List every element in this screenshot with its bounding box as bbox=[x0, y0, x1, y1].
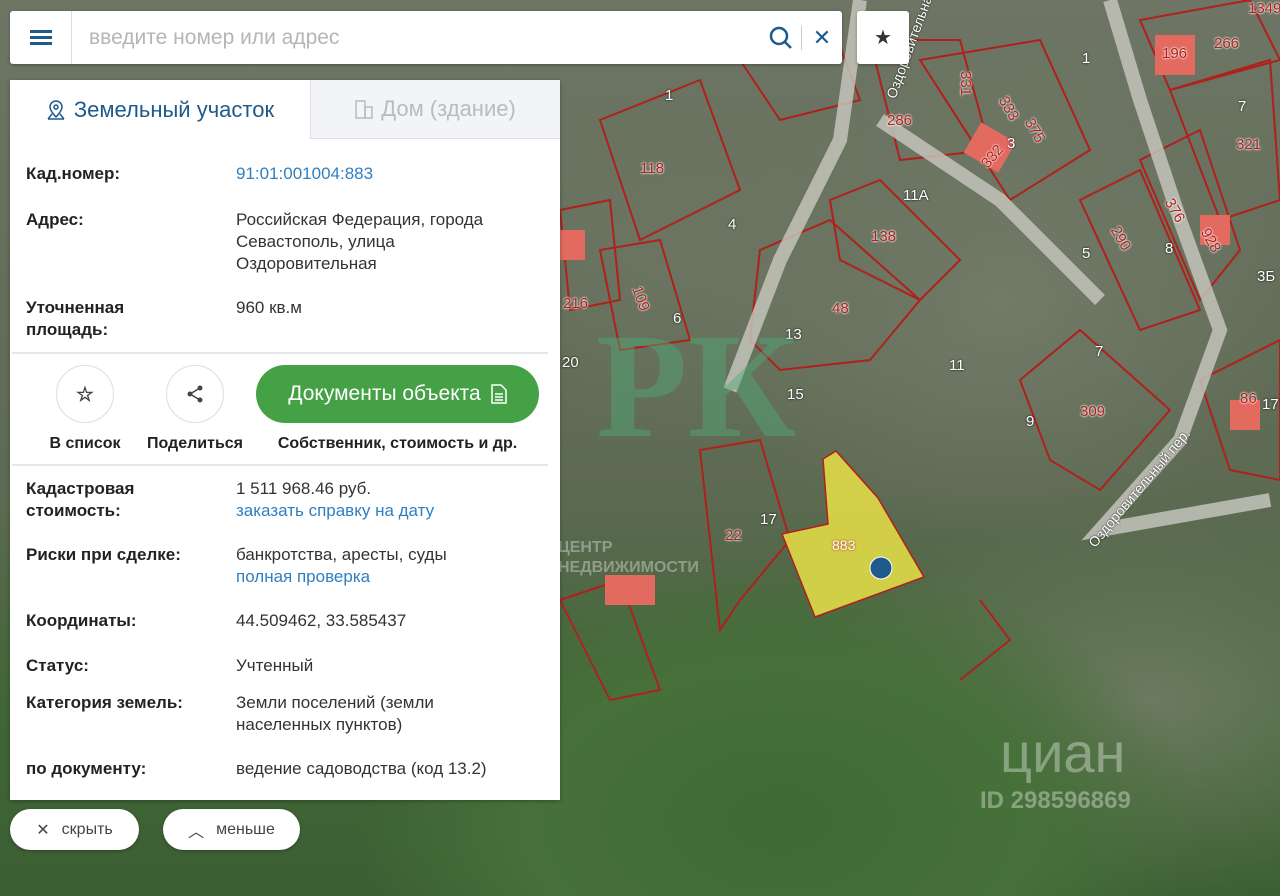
star-outline-icon: ☆ bbox=[76, 383, 94, 406]
detail-row-address: Адрес: Российская Федерация, города Севас… bbox=[10, 209, 560, 297]
detail-label: Кад.номер: bbox=[26, 164, 121, 183]
detail-row-land-category: Категория земель: Земли поселений (земли … bbox=[10, 692, 560, 758]
order-certificate-link[interactable]: заказать справку на дату bbox=[236, 500, 544, 522]
close-icon: ✕ bbox=[36, 821, 50, 839]
detail-row-risks: Риски при сделке: банкротства, аресты, су… bbox=[10, 544, 560, 610]
document-icon bbox=[490, 384, 507, 404]
detail-label: Кадастровая стоимость: bbox=[26, 479, 135, 520]
parcel-label: 138 bbox=[871, 228, 897, 245]
tab-building[interactable]: Дом (здание) bbox=[310, 80, 560, 139]
map-pin-icon bbox=[47, 99, 65, 120]
clear-button[interactable]: ✕ bbox=[802, 11, 842, 64]
detail-value: 44.509462, 33.585437 bbox=[236, 611, 407, 630]
parcel-label: 309 bbox=[1080, 403, 1106, 420]
parcel-label: 286 bbox=[887, 112, 913, 129]
selected-parcel-883 bbox=[780, 450, 926, 618]
button-label: Документы объекта bbox=[288, 382, 481, 405]
parcel-label: 86 bbox=[1240, 390, 1257, 407]
parcel-label: 118 bbox=[640, 160, 664, 177]
detail-row-by-document: по документу: ведение садоводства (код 13… bbox=[10, 758, 560, 780]
button-label: меньше bbox=[216, 820, 275, 838]
house-number: 4 bbox=[728, 216, 737, 233]
search-button[interactable] bbox=[761, 11, 801, 64]
info-panel: Земельный участок Дом (здание) Кад.номер… bbox=[10, 80, 560, 800]
detail-label: Координаты: bbox=[26, 611, 137, 630]
house-number: 7 bbox=[1238, 98, 1247, 115]
house-number: 11 bbox=[949, 357, 965, 374]
watermark-id: ID 298596869 bbox=[980, 787, 1131, 814]
hide-button[interactable]: ✕ скрыть bbox=[10, 809, 139, 850]
house-number: 1 bbox=[665, 87, 674, 104]
house-number: 8 bbox=[1165, 240, 1174, 257]
cadastral-number-link[interactable]: 91:01:001004:883 bbox=[236, 163, 544, 185]
tab-label: Земельный участок bbox=[73, 96, 275, 122]
selected-parcel-label: 883 bbox=[832, 537, 856, 553]
detail-row-status: Статус: Учтенный bbox=[10, 655, 560, 692]
chevron-up-icon: ︿ bbox=[188, 823, 205, 841]
documents-caption: Собственник, стоимость и др. bbox=[277, 435, 518, 452]
parcel-label: 331 bbox=[957, 70, 975, 97]
house-number: 1 bbox=[1082, 50, 1091, 67]
search-bar: ✕ bbox=[10, 11, 842, 64]
house-number: 7 bbox=[1095, 343, 1104, 360]
share-icon bbox=[187, 385, 203, 403]
parcel-label: 11А bbox=[903, 187, 929, 204]
house-number: 3 bbox=[1007, 135, 1016, 152]
parcel-label: 216 bbox=[563, 295, 589, 312]
hamburger-icon bbox=[29, 27, 52, 48]
add-to-list-button[interactable]: ☆ В список bbox=[30, 365, 140, 453]
watermark-cian: циан bbox=[1000, 721, 1126, 784]
building-icon bbox=[355, 100, 373, 119]
favorites-button[interactable]: ★ bbox=[857, 11, 909, 64]
detail-value: Российская Федерация, города Севастополь… bbox=[236, 210, 484, 273]
detail-row-cadastral-number: Кад.номер: 91:01:001004:883 bbox=[10, 163, 560, 209]
house-number: 5 bbox=[1082, 245, 1091, 262]
detail-row-coordinates: Координаты: 44.509462, 33.585437 bbox=[10, 610, 560, 655]
action-label: В список bbox=[49, 435, 121, 452]
detail-value: ведение садоводства (код 13.2) bbox=[236, 759, 487, 778]
parcel-label: 3Б bbox=[1257, 268, 1276, 285]
parcel-label: 48 bbox=[832, 300, 849, 317]
object-documents-button[interactable]: Документы объекта bbox=[256, 365, 539, 423]
detail-label: Уточненная площадь: bbox=[26, 298, 125, 339]
detail-value: банкротства, аресты, суды bbox=[236, 545, 447, 564]
detail-row-cadastral-value: Кадастровая стоимость: 1 511 968.46 руб. з… bbox=[10, 478, 560, 544]
parcel-label: 17 bbox=[760, 511, 777, 528]
detail-label: Риски при сделке: bbox=[26, 545, 181, 564]
action-label: Поделиться bbox=[146, 435, 244, 452]
location-marker bbox=[869, 556, 893, 580]
tab-label: Дом (здание) bbox=[381, 96, 516, 121]
detail-label: Статус: bbox=[26, 656, 89, 675]
search-icon bbox=[769, 26, 792, 49]
parcel-label: 321 bbox=[1236, 136, 1262, 153]
parcel-label: 266 bbox=[1214, 35, 1240, 52]
search-input[interactable] bbox=[72, 11, 761, 64]
parcel-label: 1349 bbox=[1248, 0, 1280, 17]
full-check-link[interactable]: полная проверка bbox=[236, 566, 544, 588]
detail-row-area: Уточненная площадь: 960 кв.м bbox=[10, 297, 560, 352]
menu-button[interactable] bbox=[10, 11, 72, 64]
close-icon: ✕ bbox=[812, 24, 832, 50]
detail-value: Земли поселений (земли населенных пункто… bbox=[236, 693, 434, 734]
watermark-logo: РК bbox=[596, 303, 797, 469]
tab-land-plot[interactable]: Земельный участок bbox=[10, 80, 310, 139]
parcel-label: 196 bbox=[1162, 45, 1188, 62]
detail-value: 1 511 968.46 руб. bbox=[236, 479, 372, 498]
share-button[interactable]: Поделиться bbox=[140, 365, 250, 453]
detail-value: 960 кв.м bbox=[236, 298, 302, 317]
show-less-button[interactable]: ︿ меньше bbox=[163, 809, 300, 850]
watermark-text: ЦЕНТР НЕДВИЖИМОСТИ bbox=[558, 539, 699, 576]
house-number: 20 bbox=[562, 354, 579, 371]
detail-label: Адрес: bbox=[26, 210, 84, 229]
button-label: скрыть bbox=[61, 820, 113, 838]
detail-label: Категория земель: bbox=[26, 693, 183, 712]
house-number: 17 bbox=[1262, 396, 1279, 413]
detail-label: по документу: bbox=[26, 759, 147, 778]
detail-value: Учтенный bbox=[236, 656, 314, 675]
house-number: 9 bbox=[1026, 413, 1035, 430]
star-icon: ★ bbox=[874, 27, 892, 49]
